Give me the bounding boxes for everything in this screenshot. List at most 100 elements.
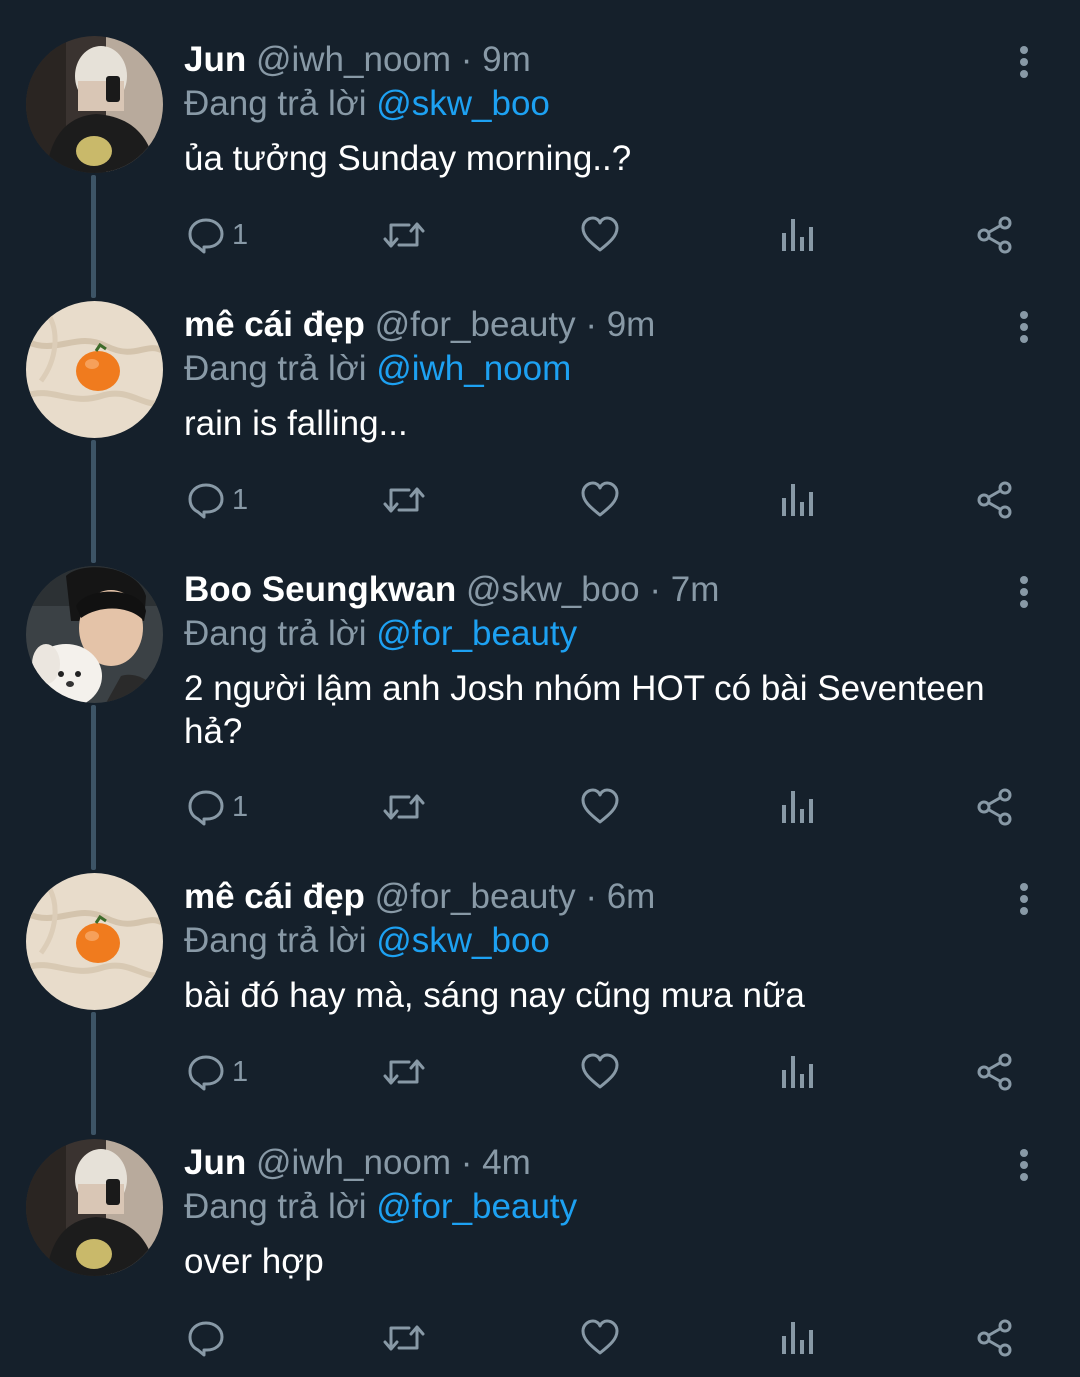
more-options-button[interactable] — [1012, 307, 1036, 347]
display-name[interactable]: mê cái đẹp — [184, 305, 365, 344]
reply-mention-link[interactable]: @skw_boo — [376, 84, 550, 123]
more-options-button[interactable] — [1012, 1145, 1036, 1185]
display-name[interactable]: Jun — [184, 1143, 246, 1182]
user-handle[interactable]: @for_beauty — [375, 305, 576, 344]
heart-icon — [581, 216, 619, 252]
separator-dot: · — [649, 570, 662, 609]
analytics-bars-icon — [782, 791, 813, 823]
like-button[interactable] — [580, 1050, 620, 1094]
more-vertical-icon — [1020, 1149, 1028, 1181]
tweet-header: mê cái đẹp @for_beauty · 6m — [184, 875, 655, 919]
analytics-button[interactable] — [779, 785, 815, 829]
display-name[interactable]: Boo Seungkwan — [184, 570, 456, 609]
avatar[interactable] — [26, 36, 163, 173]
analytics-button[interactable] — [779, 478, 815, 522]
replying-to-label: Đang trả lời — [184, 349, 367, 388]
reply-mention-link[interactable]: @for_beauty — [376, 614, 577, 653]
avatar[interactable] — [26, 301, 163, 438]
tweet-actions: 1 — [0, 478, 1080, 522]
tweet-header: Jun @iwh_noom · 4m — [184, 1141, 531, 1185]
retweet-icon — [383, 1059, 425, 1085]
like-button[interactable] — [580, 213, 620, 257]
share-icon — [977, 1053, 1012, 1091]
replying-to: Đang trả lời @for_beauty — [184, 612, 577, 656]
avatar[interactable] — [26, 1139, 163, 1276]
avatar[interactable] — [26, 873, 163, 1010]
replying-to-label: Đang trả lời — [184, 921, 367, 960]
separator-dot: · — [460, 1143, 473, 1182]
reply-button[interactable]: 1 — [186, 213, 248, 257]
more-options-button[interactable] — [1012, 572, 1036, 612]
tweet[interactable]: Jun @iwh_noom · 9m Đang trả lời @skw_boo… — [0, 36, 1080, 266]
user-handle[interactable]: @skw_boo — [466, 570, 640, 609]
tweet[interactable]: Boo Seungkwan @skw_boo · 7m Đang trả lời… — [0, 566, 1080, 836]
reply-mention-link[interactable]: @for_beauty — [376, 1187, 577, 1226]
heart-icon — [581, 788, 619, 824]
display-name[interactable]: Jun — [184, 40, 246, 79]
like-button[interactable] — [580, 478, 620, 522]
reply-button[interactable]: 1 — [186, 1050, 248, 1094]
retweet-icon — [383, 1325, 425, 1351]
share-button[interactable] — [975, 785, 1015, 829]
avatar[interactable] — [26, 566, 163, 703]
reply-mention-link[interactable]: @skw_boo — [376, 921, 550, 960]
more-options-button[interactable] — [1012, 42, 1036, 82]
reply-bubble-icon — [188, 1055, 224, 1091]
retweet-button[interactable] — [381, 1050, 427, 1094]
more-vertical-icon — [1020, 883, 1028, 915]
share-button[interactable] — [975, 1316, 1015, 1360]
like-button[interactable] — [580, 1316, 620, 1360]
share-icon — [977, 216, 1012, 254]
like-button[interactable] — [580, 785, 620, 829]
tweet-header: Boo Seungkwan @skw_boo · 7m — [184, 568, 719, 612]
user-handle[interactable]: @iwh_noom — [256, 40, 451, 79]
retweet-button[interactable] — [381, 785, 427, 829]
reply-button[interactable] — [186, 1316, 232, 1360]
tweet-header: mê cái đẹp @for_beauty · 9m — [184, 303, 655, 347]
reply-count: 1 — [232, 219, 249, 251]
reply-count: 1 — [232, 484, 249, 516]
timestamp[interactable]: 9m — [607, 305, 656, 344]
reply-mention-link[interactable]: @iwh_noom — [376, 349, 571, 388]
timestamp[interactable]: 9m — [482, 40, 531, 79]
share-icon — [977, 1319, 1012, 1357]
timestamp[interactable]: 7m — [671, 570, 720, 609]
heart-icon — [581, 1053, 619, 1089]
reply-button[interactable]: 1 — [186, 785, 248, 829]
reply-bubble-icon — [188, 790, 224, 826]
tweet-actions: 1 — [0, 1050, 1080, 1094]
replying-to-label: Đang trả lời — [184, 614, 367, 653]
replying-to: Đang trả lời @for_beauty — [184, 1185, 577, 1229]
reply-bubble-icon — [188, 483, 224, 519]
analytics-button[interactable] — [779, 1316, 815, 1360]
user-handle[interactable]: @iwh_noom — [256, 1143, 451, 1182]
user-handle[interactable]: @for_beauty — [375, 877, 576, 916]
tweet[interactable]: mê cái đẹp @for_beauty · 6m Đang trả lời… — [0, 873, 1080, 1103]
timestamp[interactable]: 4m — [482, 1143, 531, 1182]
analytics-button[interactable] — [779, 213, 815, 257]
retweet-button[interactable] — [381, 213, 427, 257]
tweet[interactable]: mê cái đẹp @for_beauty · 9m Đang trả lời… — [0, 301, 1080, 531]
retweet-button[interactable] — [381, 478, 427, 522]
share-button[interactable] — [975, 213, 1015, 257]
more-options-button[interactable] — [1012, 879, 1036, 919]
replying-to: Đang trả lời @iwh_noom — [184, 347, 571, 391]
more-vertical-icon — [1020, 46, 1028, 78]
replying-to-label: Đang trả lời — [184, 84, 367, 123]
analytics-button[interactable] — [779, 1050, 815, 1094]
tweet[interactable]: Jun @iwh_noom · 4m Đang trả lời @for_bea… — [0, 1139, 1080, 1369]
analytics-bars-icon — [782, 219, 813, 251]
more-vertical-icon — [1020, 576, 1028, 608]
reply-count: 1 — [232, 791, 249, 823]
display-name[interactable]: mê cái đẹp — [184, 877, 365, 916]
share-button[interactable] — [975, 1050, 1015, 1094]
more-vertical-icon — [1020, 311, 1028, 343]
timestamp[interactable]: 6m — [607, 877, 656, 916]
share-button[interactable] — [975, 478, 1015, 522]
tweet-text: 2 người lậm anh Josh nhóm HOT có bài Sev… — [184, 669, 985, 751]
separator-dot: · — [585, 305, 597, 344]
separator-dot: · — [585, 877, 597, 916]
retweet-button[interactable] — [381, 1316, 427, 1360]
reply-button[interactable]: 1 — [186, 478, 248, 522]
share-icon — [977, 788, 1012, 826]
